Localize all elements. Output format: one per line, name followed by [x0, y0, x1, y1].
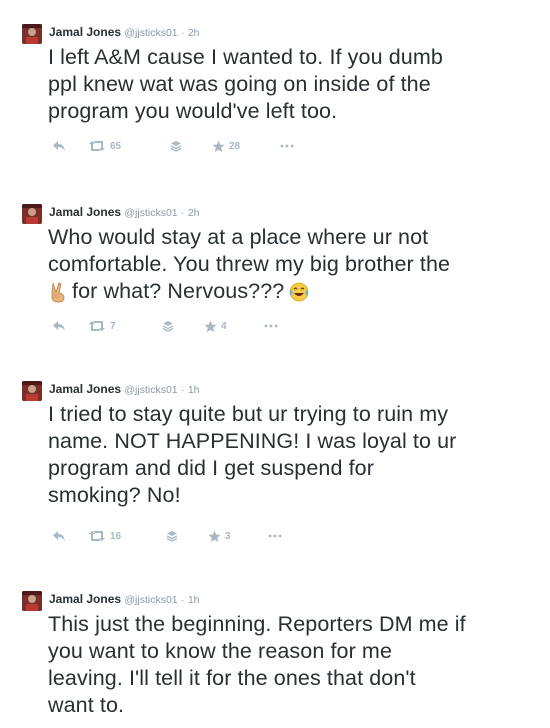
tweet-line: I tried to stay quite but ur trying to r… [48, 402, 449, 426]
retweet-count: 7 [110, 320, 116, 332]
tweet-line: Who would stay at a place where ur not [48, 225, 429, 249]
user-handle[interactable]: @jjsticks01 [124, 27, 177, 39]
separator: · [181, 207, 185, 219]
tears-of-joy-emoji [289, 282, 309, 301]
reply-icon [53, 531, 65, 541]
buffer-icon [166, 531, 178, 542]
favorite-button[interactable]: 28 [212, 138, 240, 154]
retweet-icon [89, 531, 105, 541]
tweet-line: smoking? No! [48, 483, 181, 507]
star-icon [204, 320, 217, 332]
reply-icon [53, 141, 65, 151]
tweet-header: Jamal Jones @jjsticks01 · 2h [49, 205, 200, 219]
tweet-line: want to. [48, 693, 125, 717]
tweet-line: program you would've left too. [48, 99, 338, 123]
tweet-line: program and did I get suspend for [48, 456, 374, 480]
buffer-button[interactable] [162, 318, 174, 334]
separator: · [181, 27, 185, 39]
retweet-icon [89, 321, 105, 331]
retweet-icon [89, 141, 105, 151]
user-name[interactable]: Jamal Jones [49, 205, 121, 219]
avatar[interactable] [22, 204, 42, 224]
more-icon [264, 324, 278, 328]
more-button[interactable] [268, 528, 282, 544]
more-button[interactable] [280, 138, 294, 154]
reply-icon [53, 321, 65, 331]
more-icon [268, 534, 282, 538]
tweet-line: you want to know the reason for me [48, 639, 392, 663]
tweet-header: Jamal Jones @jjsticks01 · 1h [49, 382, 200, 396]
retweet-count: 16 [110, 530, 122, 542]
retweet-count: 65 [110, 140, 122, 152]
timestamp[interactable]: 1h [188, 384, 200, 396]
tweet-text: I tried to stay quite but ur trying to r… [48, 401, 538, 509]
timestamp[interactable]: 2h [188, 207, 200, 219]
buffer-icon [162, 321, 174, 332]
tweet-text: Who would stay at a place where ur not c… [48, 224, 538, 305]
tweet-line-with-emoji: for what? Nervous??? [48, 278, 538, 305]
separator: · [181, 594, 185, 606]
tweet-line: leaving. I'll tell it for the ones that … [48, 666, 416, 690]
avatar[interactable] [22, 24, 42, 44]
buffer-icon [170, 141, 182, 152]
tweet-line: ppl knew wat was going on inside of the [48, 72, 431, 96]
user-name[interactable]: Jamal Jones [49, 25, 121, 39]
tweet-line: I left A&M cause I wanted to. If you dum… [48, 45, 443, 69]
favorite-button[interactable]: 3 [208, 528, 231, 544]
tweet-text: I left A&M cause I wanted to. If you dum… [48, 44, 538, 125]
timestamp[interactable]: 1h [188, 594, 200, 606]
tweet-header: Jamal Jones @jjsticks01 · 2h [49, 25, 200, 39]
more-button[interactable] [264, 318, 278, 334]
user-handle[interactable]: @jjsticks01 [124, 207, 177, 219]
buffer-button[interactable] [166, 528, 178, 544]
tweet-header: Jamal Jones @jjsticks01 · 1h [49, 592, 200, 606]
tweet-line: for what? Nervous??? [72, 279, 285, 303]
buffer-button[interactable] [170, 138, 182, 154]
retweet-button[interactable]: 7 [88, 318, 116, 334]
favorite-count: 28 [229, 140, 241, 152]
user-handle[interactable]: @jjsticks01 [124, 594, 177, 606]
reply-button[interactable] [52, 528, 66, 544]
reply-button[interactable] [52, 138, 66, 154]
tweet-line: name. NOT HAPPENING! I was loyal to ur [48, 429, 457, 453]
user-name[interactable]: Jamal Jones [49, 382, 121, 396]
reply-button[interactable] [52, 318, 66, 334]
star-icon [212, 140, 225, 152]
victory-hand-emoji [51, 281, 65, 302]
favorite-count: 3 [225, 530, 231, 542]
separator: · [181, 384, 185, 396]
favorite-count: 4 [221, 320, 227, 332]
avatar[interactable] [22, 591, 42, 611]
retweet-button[interactable]: 16 [88, 528, 121, 544]
timestamp[interactable]: 2h [188, 27, 200, 39]
tweet-line: comfortable. You threw my big brother th… [48, 252, 451, 276]
user-name[interactable]: Jamal Jones [49, 592, 121, 606]
tweet-text: This just the beginning. Reporters DM me… [48, 611, 538, 719]
favorite-button[interactable]: 4 [204, 318, 227, 334]
retweet-button[interactable]: 65 [88, 138, 121, 154]
star-icon [208, 530, 221, 542]
avatar[interactable] [22, 381, 42, 401]
user-handle[interactable]: @jjsticks01 [124, 384, 177, 396]
more-icon [280, 144, 294, 148]
tweet-line: This just the beginning. Reporters DM me… [48, 612, 466, 636]
